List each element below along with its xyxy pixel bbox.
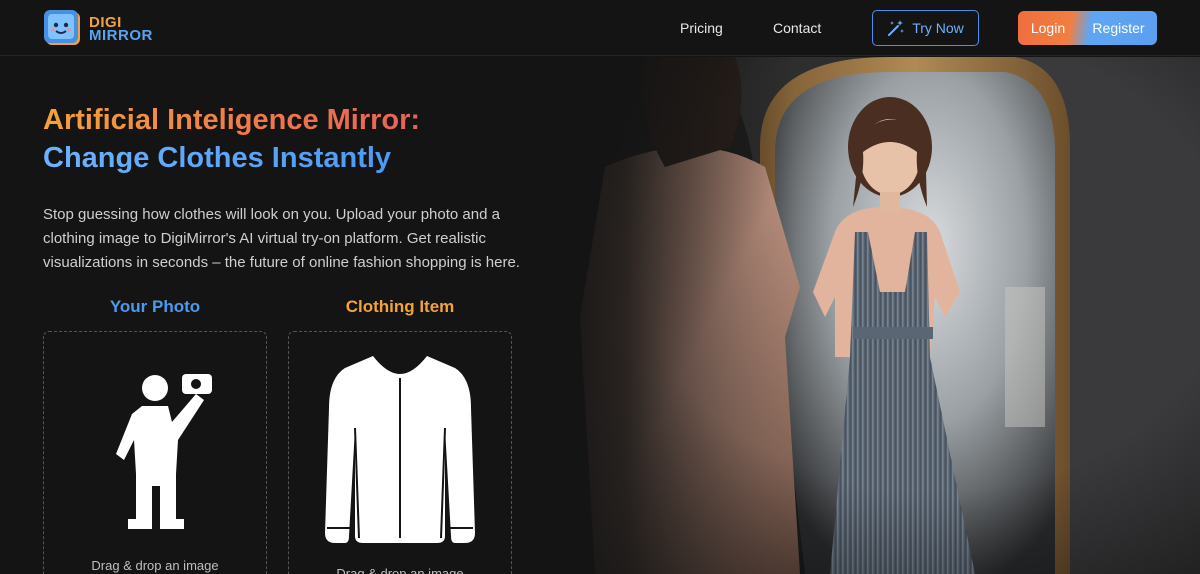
logo-mirror-icon [44,10,80,45]
your-photo-label: Your Photo [109,297,201,316]
hero-image-fade [535,57,795,574]
top-navigation: DIGI MIRROR Pricing Contact Try Now Logi… [0,0,1200,56]
brand-logo[interactable]: DIGI MIRROR [43,9,173,49]
try-now-label: Try Now [912,20,964,36]
headline-line2: Change Clothes Instantly [43,139,420,177]
hero-description: Stop guessing how clothes will look on y… [43,206,520,271]
login-button[interactable]: Login [1018,11,1078,45]
auth-button-group: Login Register [1018,11,1157,45]
nav-contact-link[interactable]: Contact [773,20,821,36]
register-button[interactable]: Register [1080,11,1157,45]
photo-dropzone-hint: Drag & drop an image [91,558,219,573]
clothing-dropzone-hint: Drag & drop an image [336,566,464,574]
hero-headline: Artificial Inteligence Mirror: Change Cl… [43,101,420,177]
selfie-person-icon [116,374,212,529]
clothing-dropzone[interactable]: Drag & drop an image [288,331,512,574]
try-now-wand-icon [888,20,905,36]
headline-line1: Artificial Inteligence Mirror: [43,101,420,139]
brand-line2: MIRROR [89,27,153,44]
nav-pricing-link[interactable]: Pricing [680,20,723,36]
photo-dropzone[interactable]: Drag & drop an image [43,331,267,574]
try-now-button[interactable]: Try Now [872,10,979,46]
shirt-icon [325,356,475,543]
clothing-item-label: Clothing Item [345,297,455,316]
brand-wordmark: DIGI MIRROR [89,15,153,44]
